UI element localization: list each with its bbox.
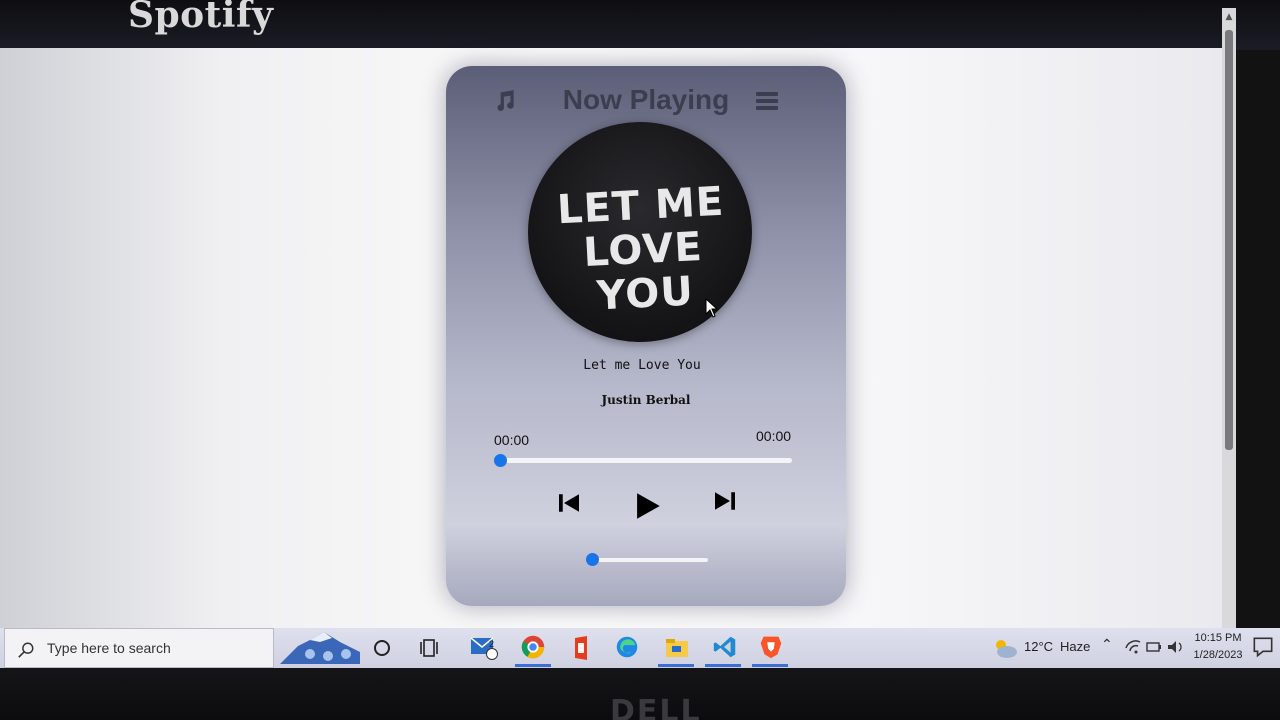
taskbar-search-box[interactable]: Type here to search [4,628,274,668]
browser-top-bar: Spotify [0,0,1280,50]
player-header: Now Playing [446,84,846,120]
play-icon[interactable] [630,488,664,524]
weather-condition[interactable]: Haze [1060,639,1090,654]
progress-slider[interactable] [494,454,792,467]
app-title: Spotify [128,0,274,36]
scrollbar-thumb[interactable] [1225,30,1233,450]
duration-time: 00:00 [756,428,792,444]
notification-center-icon[interactable] [1250,634,1276,660]
weather-icon[interactable] [990,634,1020,662]
weather-temperature[interactable]: 12°C [1024,639,1053,654]
clock-time: 10:15 PM [1194,632,1242,644]
skip-next-icon[interactable] [710,484,740,518]
progress-thumb[interactable] [494,454,507,467]
dell-logo: DELL [610,694,702,720]
vscode-active-indicator [705,664,741,667]
search-highlight-image[interactable] [280,628,360,664]
cortana-icon[interactable] [370,636,394,660]
monitor-bezel: DELL [0,668,1280,720]
show-hidden-icons-chevron-icon[interactable]: ⌃ [1101,636,1113,653]
hamburger-menu-icon[interactable] [756,92,778,112]
file-explorer-icon[interactable] [662,634,692,662]
chrome-icon[interactable] [518,633,548,661]
playback-controls [446,486,846,526]
current-time: 00:00 [494,432,530,448]
mouse-cursor-icon [705,298,719,318]
office-icon[interactable] [566,634,596,662]
skip-previous-icon[interactable] [554,486,584,520]
search-icon [18,642,34,658]
clock-date: 1/28/2023 [1193,649,1243,661]
volume-icon[interactable] [1166,636,1186,658]
music-player-card: Now Playing LET ME LOVE YOU Let me Love Y… [446,66,846,606]
task-view-icon[interactable] [418,636,442,660]
brave-icon[interactable] [756,632,786,660]
explorer-active-indicator [658,664,694,667]
song-title: Let me Love You [583,358,701,373]
search-placeholder: Type here to search [47,640,171,656]
now-playing-title: Now Playing [562,84,730,115]
mail-badge-count: 2 [489,639,495,649]
chrome-active-indicator [515,664,551,667]
battery-icon[interactable] [1144,636,1164,658]
brave-active-indicator [752,664,788,667]
vscode-icon[interactable] [710,633,740,661]
windows-taskbar: Type here to search 2 12°C Haze ⌃ 10:15 … [0,628,1280,668]
scroll-up-arrow-icon[interactable]: ▲ [1222,10,1236,24]
system-clock[interactable]: 10:15 PM 1/28/2023 [1190,630,1246,664]
volume-thumb[interactable] [586,553,599,566]
edge-icon[interactable] [612,633,642,661]
wifi-icon[interactable] [1124,636,1142,658]
artist-name: Justin Berbal [601,393,691,407]
volume-slider[interactable] [586,553,708,566]
